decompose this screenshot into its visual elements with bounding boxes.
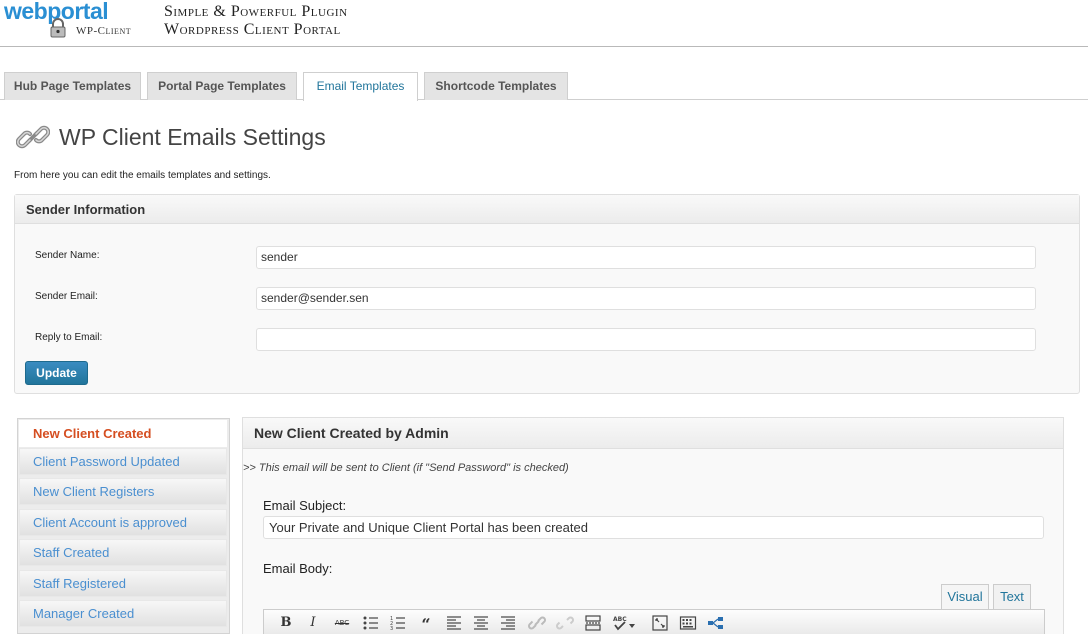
svg-text:3: 3 [390,626,393,632]
tab-shortcode-templates[interactable]: Shortcode Templates [424,72,568,100]
chain-link-icon [16,125,50,149]
list-item-manager-created[interactable]: Manager Created [19,600,227,627]
logo-subtitle: WP-Client [76,25,132,37]
tagline-line-2: Wordpress Client Portal [164,21,341,38]
list-item-staff-created[interactable]: Staff Created [19,539,227,566]
strikethrough-icon[interactable]: ABC [332,614,352,632]
email-subject-input[interactable]: Your Private and Unique Client Portal ha… [263,516,1044,539]
read-more-icon[interactable] [584,614,602,632]
bullet-list-icon[interactable] [362,614,380,632]
list-item-new-client-created[interactable]: New Client Created [19,420,227,447]
tab-portal-page-templates[interactable]: Portal Page Templates [147,72,297,100]
unlink-icon[interactable] [556,614,574,632]
email-template-list: New Client Created Client Password Updat… [17,418,230,634]
link-icon[interactable] [528,614,546,632]
align-right-icon[interactable] [499,614,517,632]
header: webportal WP-Client Simple & Powerful Pl… [0,0,1088,47]
template-tabs: Hub Page Templates Portal Page Templates… [0,72,1088,101]
sender-email-label: Sender Email: [35,291,98,302]
fullscreen-icon[interactable] [651,614,669,632]
list-item-new-client-registers[interactable]: New Client Registers [19,478,227,505]
padlock-icon [50,18,66,38]
sender-information-heading: Sender Information [15,195,1079,224]
email-body-label: Email Body: [263,561,333,576]
list-item-client-password-updated[interactable]: Client Password Updated [19,448,227,475]
svg-text:ABC: ABC [613,616,627,623]
placeholder-icon[interactable] [707,614,725,632]
list-item-staff-registered[interactable]: Staff Registered [19,570,227,597]
update-button[interactable]: Update [25,361,88,385]
numbered-list-icon[interactable]: 123 [389,614,407,632]
email-template-panel: New Client Created by Admin >> This emai… [242,417,1064,634]
page-description: From here you can edit the emails templa… [14,170,271,181]
editor-tab-text[interactable]: Text [993,584,1031,609]
editor-tab-visual[interactable]: Visual [941,584,989,609]
align-center-icon[interactable] [472,614,490,632]
spellcheck-icon[interactable]: ABC [612,614,636,632]
reply-to-email-input[interactable] [256,328,1036,351]
email-recipient-note: >> This email will be sent to Client (if… [243,462,569,474]
tab-email-templates[interactable]: Email Templates [303,72,418,101]
sender-information-box: Sender Information Sender Name: sender S… [14,194,1080,394]
sender-email-input[interactable]: sender@sender.sen [256,287,1036,310]
reply-to-email-label: Reply to Email: [35,332,103,343]
kitchen-sink-icon[interactable] [679,614,697,632]
list-item-client-account-approved[interactable]: Client Account is approved [19,509,227,536]
tagline: Simple & Powerful Plugin Wordpress Clien… [164,3,348,39]
tab-hub-page-templates[interactable]: Hub Page Templates [4,72,141,100]
blockquote-icon[interactable]: “ [418,614,434,634]
tagline-line-1: Simple & Powerful Plugin [164,3,348,20]
sender-name-input[interactable]: sender [256,246,1036,269]
email-template-heading: New Client Created by Admin [243,418,1063,449]
align-left-icon[interactable] [445,614,463,632]
bold-icon[interactable]: B [278,614,294,632]
email-subject-label: Email Subject: [263,498,347,513]
page-title: WP Client Emails Settings [59,124,326,150]
editor-toolbar: B I ABC 123 “ ABC [263,609,1045,634]
italic-icon[interactable]: I [306,614,320,632]
webportal-logo[interactable]: webportal WP-Client [4,0,136,42]
sender-name-label: Sender Name: [35,250,100,261]
